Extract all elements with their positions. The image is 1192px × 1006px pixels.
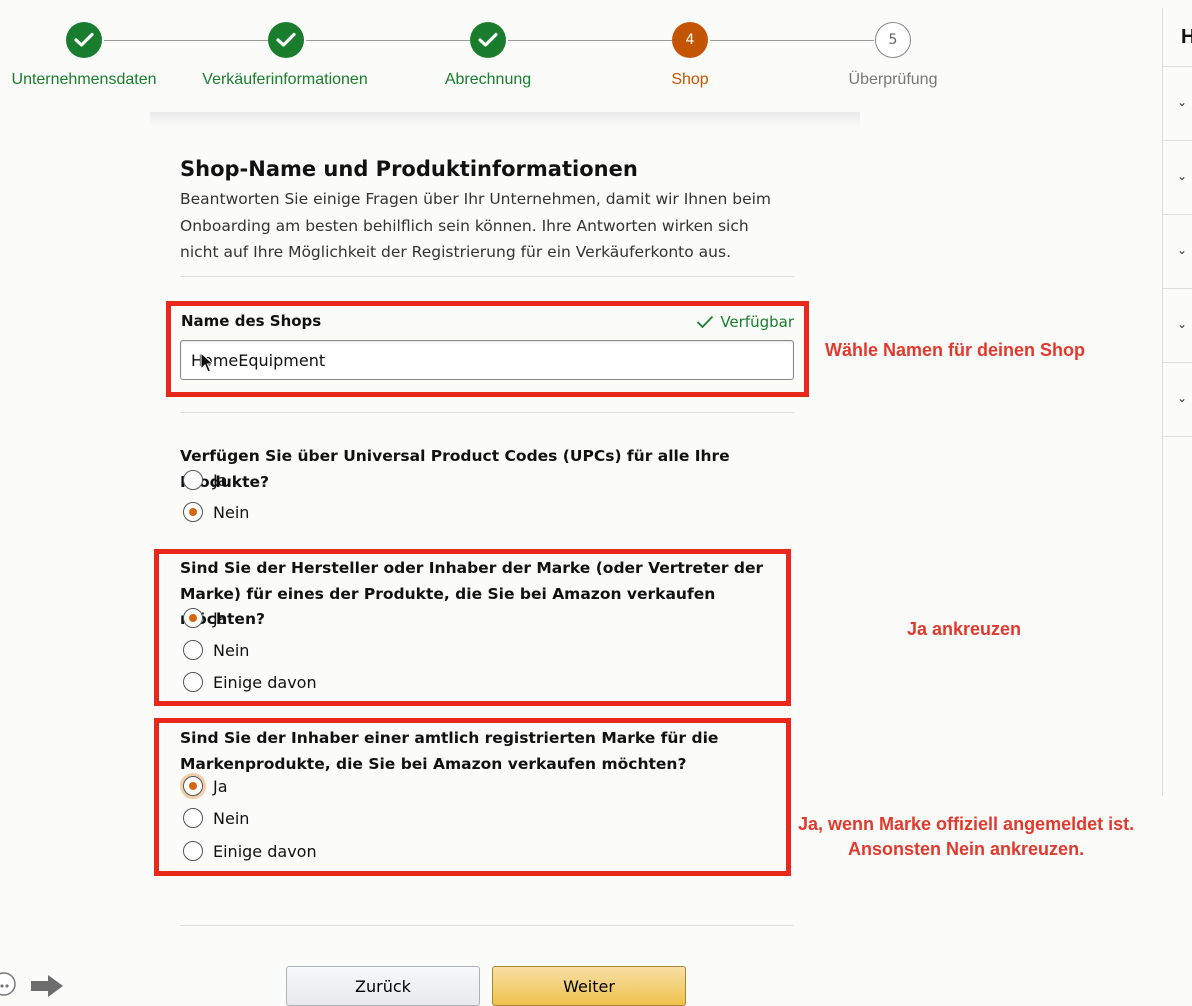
help-accordion-item[interactable]: ⌄ — [1163, 362, 1192, 436]
step-2-check-icon — [268, 22, 304, 58]
radio-manufacturer-einige[interactable]: Einige davon — [183, 672, 317, 692]
step-3-check-icon — [470, 22, 506, 58]
radio-label: Ja — [213, 608, 228, 628]
question-manufacturer: Sind Sie der Hersteller oder Inhaber der… — [180, 559, 764, 628]
step-label-unternehmensdaten[interactable]: Unternehmensdaten — [12, 71, 157, 89]
radio-label: Nein — [213, 808, 250, 828]
radio-manufacturer-ja[interactable]: Ja — [183, 608, 228, 628]
chevron-down-icon: ⌄ — [1177, 169, 1188, 183]
chevron-down-icon: ⌄ — [1177, 243, 1188, 257]
help-accordion-item[interactable]: ⌄ — [1163, 140, 1192, 214]
annotation-trademark-line-2: Ansonsten Nein ankreuzen. — [848, 839, 1085, 859]
step-connector — [104, 40, 268, 41]
step-label-ueberpruefung: Überprüfung — [848, 71, 938, 88]
help-panel: H ⌄ ⌄ ⌄ ⌄ ⌄ — [1162, 8, 1192, 796]
help-accordion-item[interactable]: ⌄ — [1163, 66, 1192, 140]
help-accordion-item[interactable]: ⌄ — [1163, 214, 1192, 288]
section-title: Shop-Name und Produktinformationen — [180, 157, 638, 181]
radio-label: Nein — [213, 640, 250, 660]
help-panel-heading: H — [1181, 26, 1192, 48]
step-label-shop: Shop — [671, 71, 709, 88]
annotation-trademark-line-1: Ja, wenn Marke offiziell angemeldet ist. — [798, 814, 1135, 834]
radio-button[interactable] — [183, 808, 203, 828]
radio-button[interactable] — [183, 470, 203, 490]
step-connector — [306, 40, 470, 41]
radio-button[interactable] — [183, 841, 203, 861]
radio-label: Einige davon — [213, 672, 317, 692]
radio-label: Nein — [213, 502, 250, 522]
radio-button-selected[interactable] — [183, 502, 203, 522]
radio-label: Ja — [213, 776, 228, 796]
radio-manufacturer-nein[interactable]: Nein — [183, 640, 249, 660]
radio-trademark-ja[interactable]: Ja — [183, 776, 228, 796]
step-5-number: 5 — [875, 22, 911, 58]
divider — [180, 412, 794, 413]
question-upc: Verfügen Sie über Universal Product Code… — [180, 447, 730, 491]
radio-button[interactable] — [183, 640, 203, 660]
step-label-verkaeuferinformationen[interactable]: Verkäuferinformationen — [202, 71, 367, 89]
more-options-icon[interactable] — [0, 970, 20, 1003]
arrow-right-icon[interactable] — [30, 974, 64, 1003]
radio-label: Einige davon — [213, 841, 317, 861]
help-panel-divider — [1163, 436, 1192, 437]
step-1-check-icon — [66, 22, 102, 58]
header-shadow — [150, 112, 860, 126]
divider — [180, 925, 794, 926]
step-label-abrechnung[interactable]: Abrechnung — [445, 71, 531, 89]
next-button[interactable]: Weiter — [492, 966, 686, 1006]
step-4-number: 4 — [672, 22, 708, 58]
radio-trademark-einige[interactable]: Einige davon — [183, 841, 317, 861]
radio-button-selected[interactable] — [183, 776, 203, 796]
radio-button[interactable] — [183, 672, 203, 692]
radio-trademark-nein[interactable]: Nein — [183, 808, 249, 828]
section-intro: Beantworten Sie einige Fragen über Ihr U… — [180, 190, 772, 261]
radio-label: Ja — [213, 470, 228, 490]
annotation-manufacturer: Ja ankreuzen — [907, 619, 1022, 639]
radio-button-selected[interactable] — [183, 608, 203, 628]
chevron-down-icon: ⌄ — [1177, 391, 1188, 405]
radio-upc-nein[interactable]: Nein — [183, 502, 249, 522]
chevron-down-icon: ⌄ — [1177, 317, 1188, 331]
back-button[interactable]: Zurück — [286, 966, 480, 1006]
divider — [180, 276, 794, 277]
chevron-down-icon: ⌄ — [1177, 95, 1188, 109]
annotation-shop-name: Wähle Namen für deinen Shop — [825, 340, 1086, 360]
question-trademark: Sind Sie der Inhaber einer amtlich regis… — [180, 729, 719, 773]
help-accordion-item[interactable]: ⌄ — [1163, 288, 1192, 362]
annotation-box-shop-name — [166, 301, 809, 397]
step-connector — [508, 40, 672, 41]
annotation-trademark: Ja, wenn Marke offiziell angemeldet ist.… — [798, 812, 1134, 862]
step-connector — [710, 40, 874, 41]
radio-upc-ja[interactable]: Ja — [183, 470, 228, 490]
